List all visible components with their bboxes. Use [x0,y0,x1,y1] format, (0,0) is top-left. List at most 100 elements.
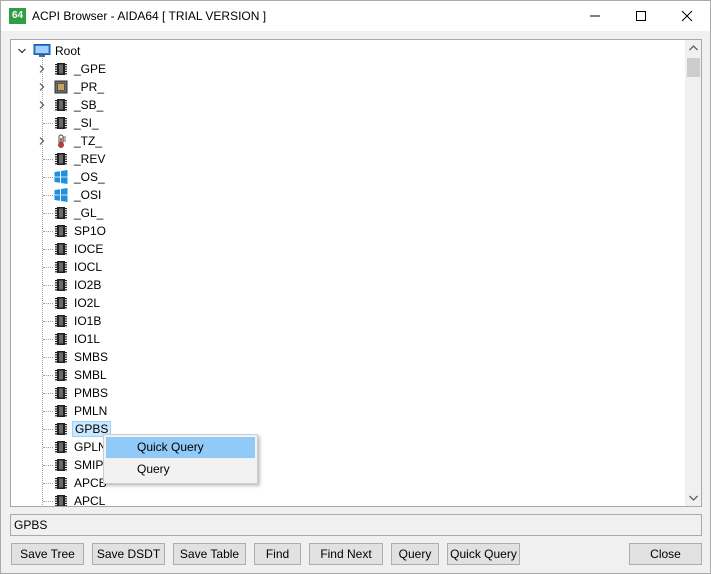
chip-icon [55,459,67,471]
tree-connector-line [43,285,53,286]
tree-node-label: _GPE [74,62,107,76]
save-table-button[interactable]: Save Table [173,543,246,565]
chip-icon [55,477,67,489]
tree-root-label: Root [55,44,81,58]
tree-node-label: SMBL [74,368,107,382]
maximize-button[interactable] [618,1,664,31]
tree-node-row[interactable]: _OSI [11,186,685,204]
tree-connector-line [43,447,53,448]
tree-node-row[interactable]: IOCE [11,240,685,258]
tree-connector-line [43,267,53,268]
tree-node-row[interactable]: _SB_ [11,96,685,114]
acpi-browser-window: 64 ACPI Browser - AIDA64 [ TRIAL VERSION… [0,0,711,574]
tree-node-row[interactable]: IO2L [11,294,685,312]
tree-node-label: APCL [74,494,106,507]
close-window-button[interactable] [664,1,710,31]
tree-node-label: IOCL [74,260,103,274]
window-title: ACPI Browser - AIDA64 [ TRIAL VERSION ] [32,9,267,23]
save-dsdt-button[interactable]: Save DSDT [92,543,165,565]
selected-node-field[interactable]: GPBS [10,514,702,536]
vertical-scrollbar[interactable] [685,40,702,506]
tree-node-row[interactable]: _GL_ [11,204,685,222]
title-bar[interactable]: 64 ACPI Browser - AIDA64 [ TRIAL VERSION… [1,1,710,31]
tree-connector-line [43,483,53,484]
chevron-right-icon[interactable] [38,83,46,91]
tree-node-row[interactable]: _TZ_ [11,132,685,150]
tree-node-row[interactable]: _SI_ [11,114,685,132]
tree-node-row[interactable]: _GPE [11,60,685,78]
tree-node-row[interactable]: PMLN [11,402,685,420]
tree-connector-line [43,501,53,502]
tree-node-row[interactable]: APCL [11,492,685,507]
tree-node-row[interactable]: IO1L [11,330,685,348]
scroll-up-icon[interactable] [685,40,702,57]
chip-icon [55,441,67,453]
chip-icon [55,333,67,345]
windows-icon [54,170,68,184]
tree-node-label: IO2B [74,278,102,292]
save-tree-button[interactable]: Save Tree [11,543,84,565]
tree-connector-line [43,321,53,322]
tree-node-label: _GL_ [74,206,104,220]
scrollbar-thumb[interactable] [687,58,700,77]
chip-icon [55,99,67,111]
tree-node-row[interactable]: SMBL [11,366,685,384]
tree-node-row[interactable]: PMBS [11,384,685,402]
tree-connector-line [43,465,53,466]
tree-node-row[interactable]: IOCL [11,258,685,276]
chip-icon [55,369,67,381]
context-menu: Quick Query Query [103,434,258,484]
tree-node-row[interactable]: IO2B [11,276,685,294]
chip-icon [55,423,67,435]
tree-node-label: SMBS [74,350,109,364]
tree-node-label: _OSI [74,188,102,202]
tree-node-row[interactable]: SMBS [11,348,685,366]
tree-connector-line [43,303,53,304]
tree-connector-line [43,375,53,376]
tree-connector-line [43,339,53,340]
tree-connector-line [43,249,53,250]
tree-node-row[interactable]: SP1O [11,222,685,240]
chip-icon [55,495,67,506]
minimize-button[interactable] [572,1,618,31]
query-button[interactable]: Query [391,543,439,565]
context-menu-quick-query[interactable]: Quick Query [106,437,255,458]
tree-node-label: SP1O [74,224,107,238]
tree-node-label: _SI_ [74,116,99,130]
scroll-down-icon[interactable] [685,489,702,506]
chip-icon [55,297,67,309]
tree-node-row[interactable]: _REV [11,150,685,168]
chip-icon [55,63,67,75]
tree-connector-line [43,357,53,358]
context-menu-query[interactable]: Query [106,459,255,480]
tree-connector-line [43,393,53,394]
tree-root-row[interactable]: Root [11,42,685,60]
tree-node-row[interactable]: IO1B [11,312,685,330]
tree-connector-line [43,231,53,232]
tree-connector-line [43,213,53,214]
tree-connector-line [43,411,53,412]
tree-node-label: PMLN [74,404,108,418]
chip-icon [55,117,67,129]
chevron-down-icon[interactable] [18,47,26,55]
tree-node-row[interactable]: _OS_ [11,168,685,186]
find-button[interactable]: Find [254,543,301,565]
chevron-right-icon[interactable] [38,137,46,145]
close-button[interactable]: Close [629,543,702,565]
tree-node-row[interactable]: _PR_ [11,78,685,96]
computer-icon [33,44,51,57]
tree-node-label: PMBS [74,386,109,400]
find-next-button[interactable]: Find Next [309,543,383,565]
chip-icon [55,153,67,165]
quick-query-button[interactable]: Quick Query [447,543,520,565]
chip-icon [55,351,67,363]
minimize-icon [590,15,600,17]
aida64-app-icon: 64 [9,8,26,24]
chevron-right-icon[interactable] [38,101,46,109]
chip-icon [55,261,67,273]
chevron-right-icon[interactable] [38,65,46,73]
tree-connector-line [43,195,53,196]
chip-icon [55,387,67,399]
chip-icon [55,315,67,327]
tree-connector-line [43,429,53,430]
